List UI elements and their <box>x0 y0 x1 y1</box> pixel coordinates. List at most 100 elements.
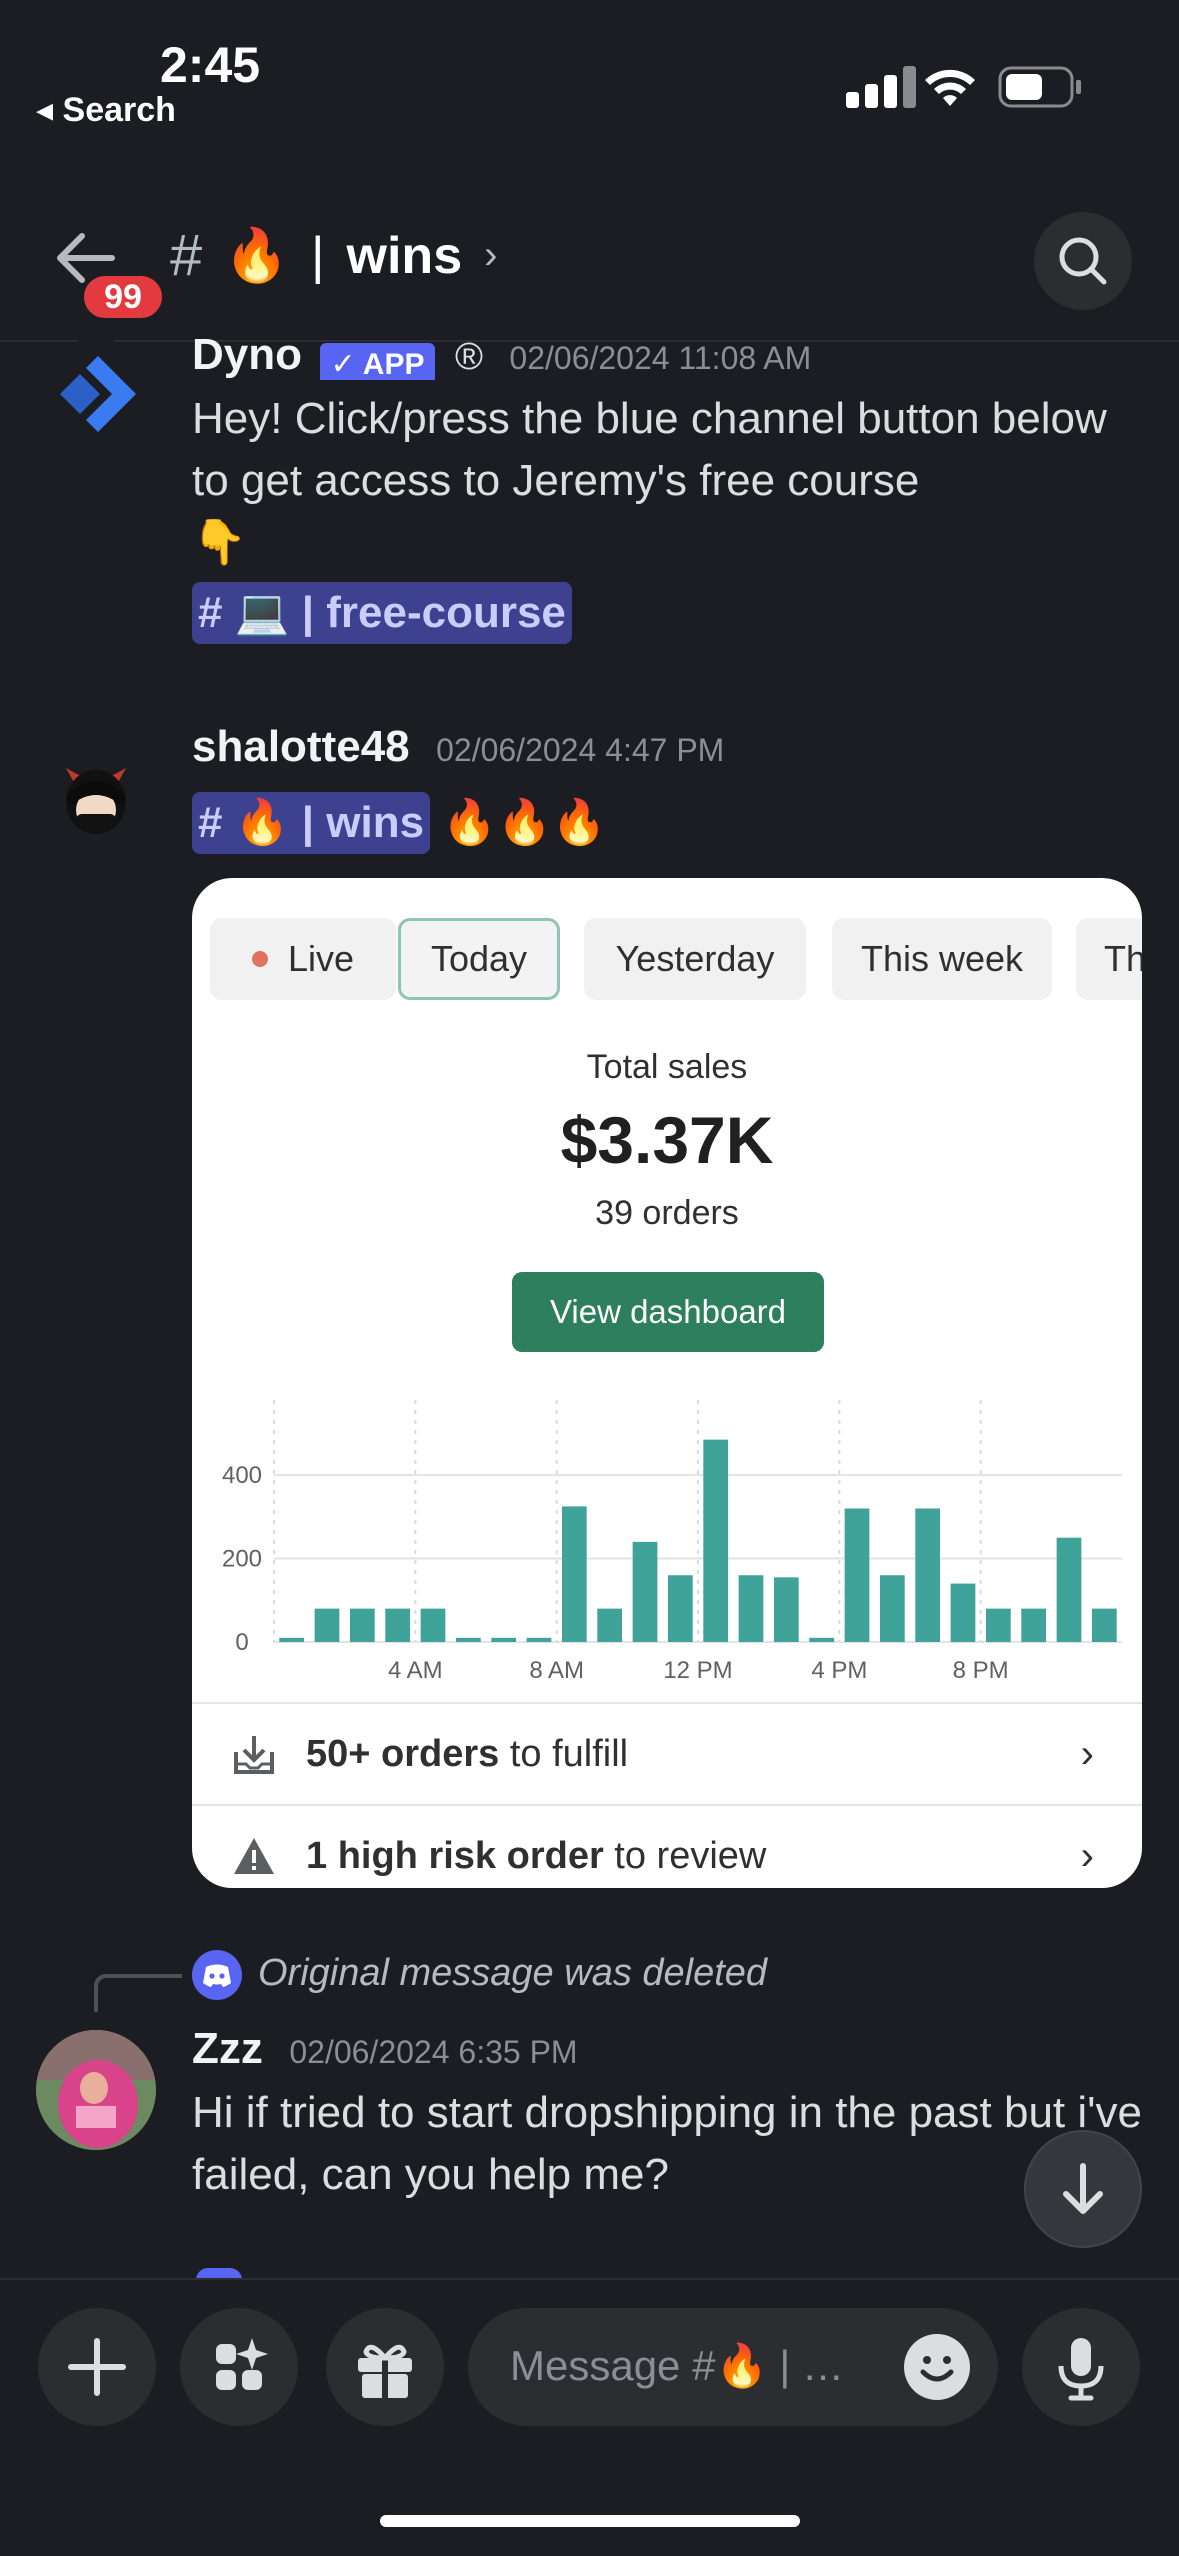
author-name[interactable]: shalotte48 <box>192 722 410 771</box>
high-risk-order-row[interactable]: 1 high risk order to review › <box>192 1804 1142 1888</box>
x-tick-label: 8 PM <box>953 1657 1009 1684</box>
arrow-down-icon <box>1063 2163 1103 2214</box>
fire-emojis: 🔥🔥🔥 <box>442 798 607 847</box>
tab-yesterday[interactable]: Yesterday <box>584 918 806 1000</box>
risk-rest: to review <box>603 1834 767 1877</box>
author-name[interactable]: Zzz <box>192 2024 263 2073</box>
search-button[interactable] <box>1034 212 1132 310</box>
reply-connector <box>94 1974 182 2012</box>
pointing-down-emoji: 👇 <box>192 518 247 567</box>
bar-2-pm <box>773 1577 799 1642</box>
channel-title[interactable]: # 🔥 | wins › <box>170 222 497 289</box>
x-tick-label: 12 PM <box>663 1657 732 1684</box>
bar-2-am <box>349 1608 375 1642</box>
sales-bar-chart: 0 200 400 4 AM 8 AM 12 PM 4 PM 8 PM <box>222 1400 1122 1684</box>
author-name[interactable]: Dyno <box>192 330 302 379</box>
message-body: Hey! Click/press the blue channel button… <box>192 394 1107 505</box>
apps-sparkle-icon <box>216 2338 268 2390</box>
avatar-dyno[interactable] <box>36 338 156 458</box>
view-dashboard-button[interactable]: View dashboard <box>512 1272 824 1352</box>
channel-mention-free-course[interactable]: # 💻 | free-course <box>192 582 572 644</box>
bar-4-am <box>420 1608 446 1642</box>
bar-5-am <box>455 1637 481 1642</box>
live-dot-icon <box>251 951 268 967</box>
plus-icon <box>68 2338 126 2396</box>
y-tick-label: 200 <box>222 1546 262 1573</box>
tab-label: This week <box>860 938 1024 979</box>
timestamp: 02/06/2024 4:47 PM <box>436 732 725 768</box>
risk-bold: 1 high risk order <box>306 1834 604 1877</box>
message-text: Hi if tried to start dropshipping in the… <box>192 2088 1143 2199</box>
inbox-download-icon <box>234 1736 274 1774</box>
tab-live[interactable]: Live <box>210 918 396 1000</box>
battery-icon <box>998 66 1082 113</box>
bar-12-pm <box>703 1439 729 1642</box>
x-tick-label: 8 AM <box>529 1657 584 1684</box>
back-to-search[interactable]: ◂ Search <box>36 90 176 130</box>
microphone-icon <box>1058 2338 1104 2401</box>
signal-icon <box>846 66 916 108</box>
sales-summary-card[interactable]: Live Today Yesterday This week Th Total … <box>192 878 1142 1888</box>
total-sales-value: $3.37K <box>560 1103 774 1177</box>
jump-to-bottom-button[interactable] <box>1024 2130 1142 2248</box>
bar-3-am <box>385 1608 411 1642</box>
bar-10-am <box>632 1541 658 1642</box>
fulfill-bold: 50+ orders <box>306 1732 500 1775</box>
home-indicator <box>380 2515 800 2527</box>
timestamp: 02/06/2024 6:35 PM <box>289 2034 578 2070</box>
x-tick-label: 4 PM <box>811 1657 867 1684</box>
bar-9-pm <box>1021 1608 1047 1642</box>
bar-10-pm <box>1056 1537 1082 1642</box>
smiley-icon <box>920 2356 954 2382</box>
app-badge: ✓ APP <box>320 343 435 380</box>
unread-badge: 99 <box>80 272 166 322</box>
channel-mention-wins[interactable]: # 🔥 | wins <box>192 792 431 854</box>
channel-name: wins <box>346 226 463 285</box>
bar-11-am <box>667 1575 693 1642</box>
message-text: Hey! Click/press the blue channel button… <box>192 388 1132 574</box>
message-placeholder: Message #🔥 | … <box>510 2342 844 2389</box>
timestamp: 02/06/2024 11:08 AM <box>509 340 812 376</box>
y-tick-label: 400 <box>222 1462 262 1489</box>
reply-note[interactable]: Original message was deleted <box>258 1952 767 1995</box>
emoji-button[interactable] <box>904 2334 970 2400</box>
tab-label: Yesterday <box>615 938 775 979</box>
add-button[interactable] <box>38 2308 156 2426</box>
channel-hash-icon: # <box>170 223 203 288</box>
bar-8-am <box>561 1506 587 1642</box>
bar-12-am <box>279 1637 305 1642</box>
apps-button[interactable] <box>180 2308 298 2426</box>
bar-1-am <box>314 1608 340 1642</box>
total-sales-label: Total sales <box>586 1048 748 1086</box>
channel-emoji: 🔥 <box>224 227 290 285</box>
bar-7-am <box>526 1637 552 1642</box>
chevron-right-icon: › <box>484 233 498 277</box>
wifi-icon <box>922 62 978 113</box>
tab-label: Today <box>430 938 528 979</box>
bar-7-pm <box>950 1583 976 1642</box>
bar-4-pm <box>844 1508 870 1642</box>
tab-today[interactable]: Today <box>398 918 560 1000</box>
bar-3-pm <box>809 1637 835 1642</box>
gift-button[interactable] <box>326 2308 444 2426</box>
bar-5-pm <box>879 1575 905 1642</box>
voice-button[interactable] <box>1022 2308 1140 2426</box>
tab-label: Live <box>287 938 355 979</box>
discord-icon <box>192 1950 242 2000</box>
bar-6-pm <box>915 1508 941 1642</box>
registered-icon: ® <box>454 336 483 378</box>
tab-this-week[interactable]: This week <box>832 918 1052 1000</box>
bar-1-pm <box>738 1575 764 1642</box>
message-input[interactable]: Message #🔥 | … <box>468 2308 998 2426</box>
orders-count: 39 orders <box>595 1194 739 1232</box>
gift-icon <box>358 2344 412 2398</box>
avatar-shalotte48[interactable] <box>36 736 156 856</box>
tab-next[interactable]: Th <box>1076 918 1142 1000</box>
fulfill-rest: to fulfill <box>499 1732 629 1775</box>
bar-9-am <box>597 1608 623 1642</box>
x-tick-label: 4 AM <box>388 1657 443 1684</box>
message-header-zzz: Zzz 02/06/2024 6:35 PM <box>192 2024 1092 2080</box>
orders-to-fulfill-row[interactable]: 50+ orders to fulfill › <box>192 1702 1142 1804</box>
avatar-zzz[interactable] <box>36 2030 156 2150</box>
message-header-dyno: Dyno ✓ APP ® 02/06/2024 11:08 AM <box>192 330 1092 380</box>
